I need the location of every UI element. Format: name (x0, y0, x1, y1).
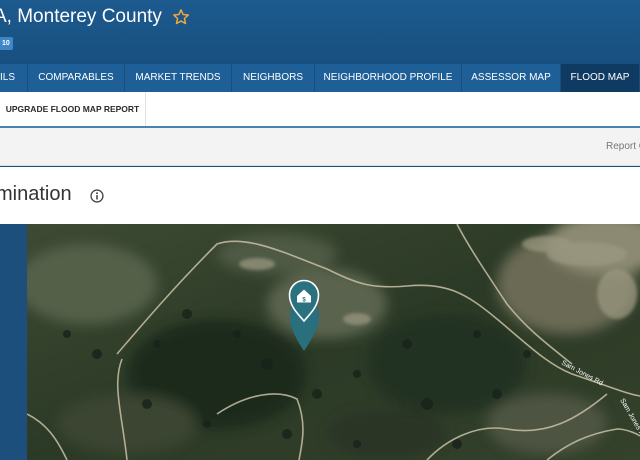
report-link[interactable]: Report C (606, 141, 640, 152)
favorite-star-icon[interactable] (172, 8, 190, 26)
tab-label: NEIGHBORHOOD PROFILE (323, 72, 453, 83)
tab-neighbors[interactable]: NEIGHBORS (232, 64, 315, 92)
tab-label: ILS (0, 72, 16, 83)
tab-market-trends[interactable]: MARKET TRENDS (125, 64, 232, 92)
property-header: A, Monterey County 10 (0, 0, 640, 64)
report-toolbar: Report C (0, 128, 640, 166)
satellite-map[interactable]: Sam Jones Rd Sam Jones Rd $ (27, 224, 640, 460)
info-icon[interactable] (90, 189, 104, 203)
report-tabs: ILS COMPARABLES MARKET TRENDS NEIGHBORS … (0, 64, 640, 92)
tab-label: FLOOD MAP (570, 72, 630, 83)
tab-neighborhood-profile[interactable]: NEIGHBORHOOD PROFILE (315, 64, 462, 92)
section-header: mination (0, 167, 640, 224)
tab-label: ASSESSOR MAP (471, 72, 551, 83)
tab-label: COMPARABLES (38, 72, 114, 83)
tab-flood-map[interactable]: FLOOD MAP (561, 64, 640, 92)
sub-navigation: UPGRADE FLOOD MAP REPORT (0, 92, 640, 128)
property-title: A, Monterey County (0, 6, 162, 27)
tab-assessor-map[interactable]: ASSESSOR MAP (462, 64, 561, 92)
tab-label: NEIGHBORS (242, 72, 303, 83)
map-side-panel (0, 224, 27, 460)
tab-comparables[interactable]: COMPARABLES (28, 64, 125, 92)
upgrade-flood-map-report-button[interactable]: UPGRADE FLOOD MAP REPORT (0, 92, 146, 126)
tab-label: MARKET TRENDS (135, 72, 221, 83)
tab-details[interactable]: ILS (0, 64, 28, 92)
title-row: A, Monterey County (0, 4, 190, 30)
status-badge: 10 (0, 37, 13, 50)
section-title: mination (0, 183, 72, 205)
